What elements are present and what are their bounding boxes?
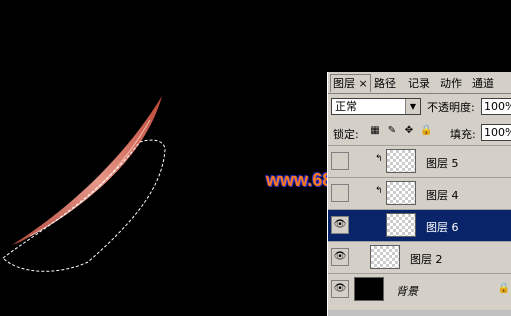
tab-layers[interactable]: 图层 × xyxy=(330,74,371,92)
lock-brush-icon[interactable]: ✎ xyxy=(386,125,398,137)
tab-label: 图层 xyxy=(333,77,355,90)
lock-icon: 🔒 xyxy=(497,283,510,294)
tab-actions[interactable]: 动作 xyxy=(438,75,464,92)
opacity-input[interactable]: 100% xyxy=(481,98,511,115)
layer-name: 背景 xyxy=(396,285,418,298)
blend-mode-value: 正常 xyxy=(335,100,357,113)
lock-label: 锁定: xyxy=(333,128,359,141)
layer-thumbnail xyxy=(386,149,416,173)
tab-history[interactable]: 记录 xyxy=(406,75,432,92)
layers-panel: 图层 × 路径 记录 动作 通道 正常 ▼ 不透明度: 100% 锁定: ▦ ✎… xyxy=(327,72,511,316)
fill-input[interactable]: 100% xyxy=(481,124,511,141)
layer-row[interactable]: 👁 背景 🔒 xyxy=(328,273,511,305)
panel-bottom-toolbar xyxy=(328,310,511,316)
layer-name: 图层 6 xyxy=(426,221,459,234)
layer-name: 图层 2 xyxy=(410,253,443,266)
visibility-eye-icon[interactable]: 👁 xyxy=(331,248,349,266)
visibility-eye-icon[interactable]: 👁 xyxy=(331,280,349,298)
layer-row-selected[interactable]: 👁 图层 6 xyxy=(328,209,511,241)
visibility-eye-icon[interactable]: 👁 xyxy=(331,184,349,202)
tab-paths[interactable]: 路径 xyxy=(372,75,398,92)
clipping-arrow-icon: ↰ xyxy=(375,154,383,164)
layer-thumbnail xyxy=(370,245,400,269)
layer-name: 图层 5 xyxy=(426,157,459,170)
selection-marquee xyxy=(2,139,166,272)
lock-move-icon[interactable]: ✥ xyxy=(403,125,415,137)
chevron-down-icon[interactable]: ▼ xyxy=(405,99,420,114)
fill-label: 填充: xyxy=(450,128,476,141)
close-icon[interactable]: × xyxy=(359,77,368,90)
visibility-eye-icon[interactable]: 👁 xyxy=(331,152,349,170)
blend-mode-select[interactable]: 正常 ▼ xyxy=(331,98,421,115)
tab-channels[interactable]: 通道 xyxy=(470,75,496,92)
lock-all-icon[interactable]: 🔒 xyxy=(420,125,432,137)
lock-transparency-icon[interactable]: ▦ xyxy=(369,125,381,137)
layer-row[interactable]: 👁 ↰ 图层 4 xyxy=(328,177,511,209)
stroke-highlight xyxy=(29,119,151,237)
layer-row[interactable]: 👁 ↰ 图层 5 xyxy=(328,145,511,177)
layer-thumbnail xyxy=(354,277,384,301)
layer-row[interactable]: 👁 图层 2 xyxy=(328,241,511,273)
clipping-arrow-icon: ↰ xyxy=(375,186,383,196)
layer-name: 图层 4 xyxy=(426,189,459,202)
visibility-eye-icon[interactable]: 👁 xyxy=(331,216,349,234)
opacity-label: 不透明度: xyxy=(427,101,475,114)
layer-thumbnail xyxy=(386,181,416,205)
red-stroke-shape xyxy=(12,96,162,245)
panel-tabs: 图层 × 路径 记录 动作 通道 xyxy=(328,72,511,94)
layer-thumbnail xyxy=(386,213,416,237)
